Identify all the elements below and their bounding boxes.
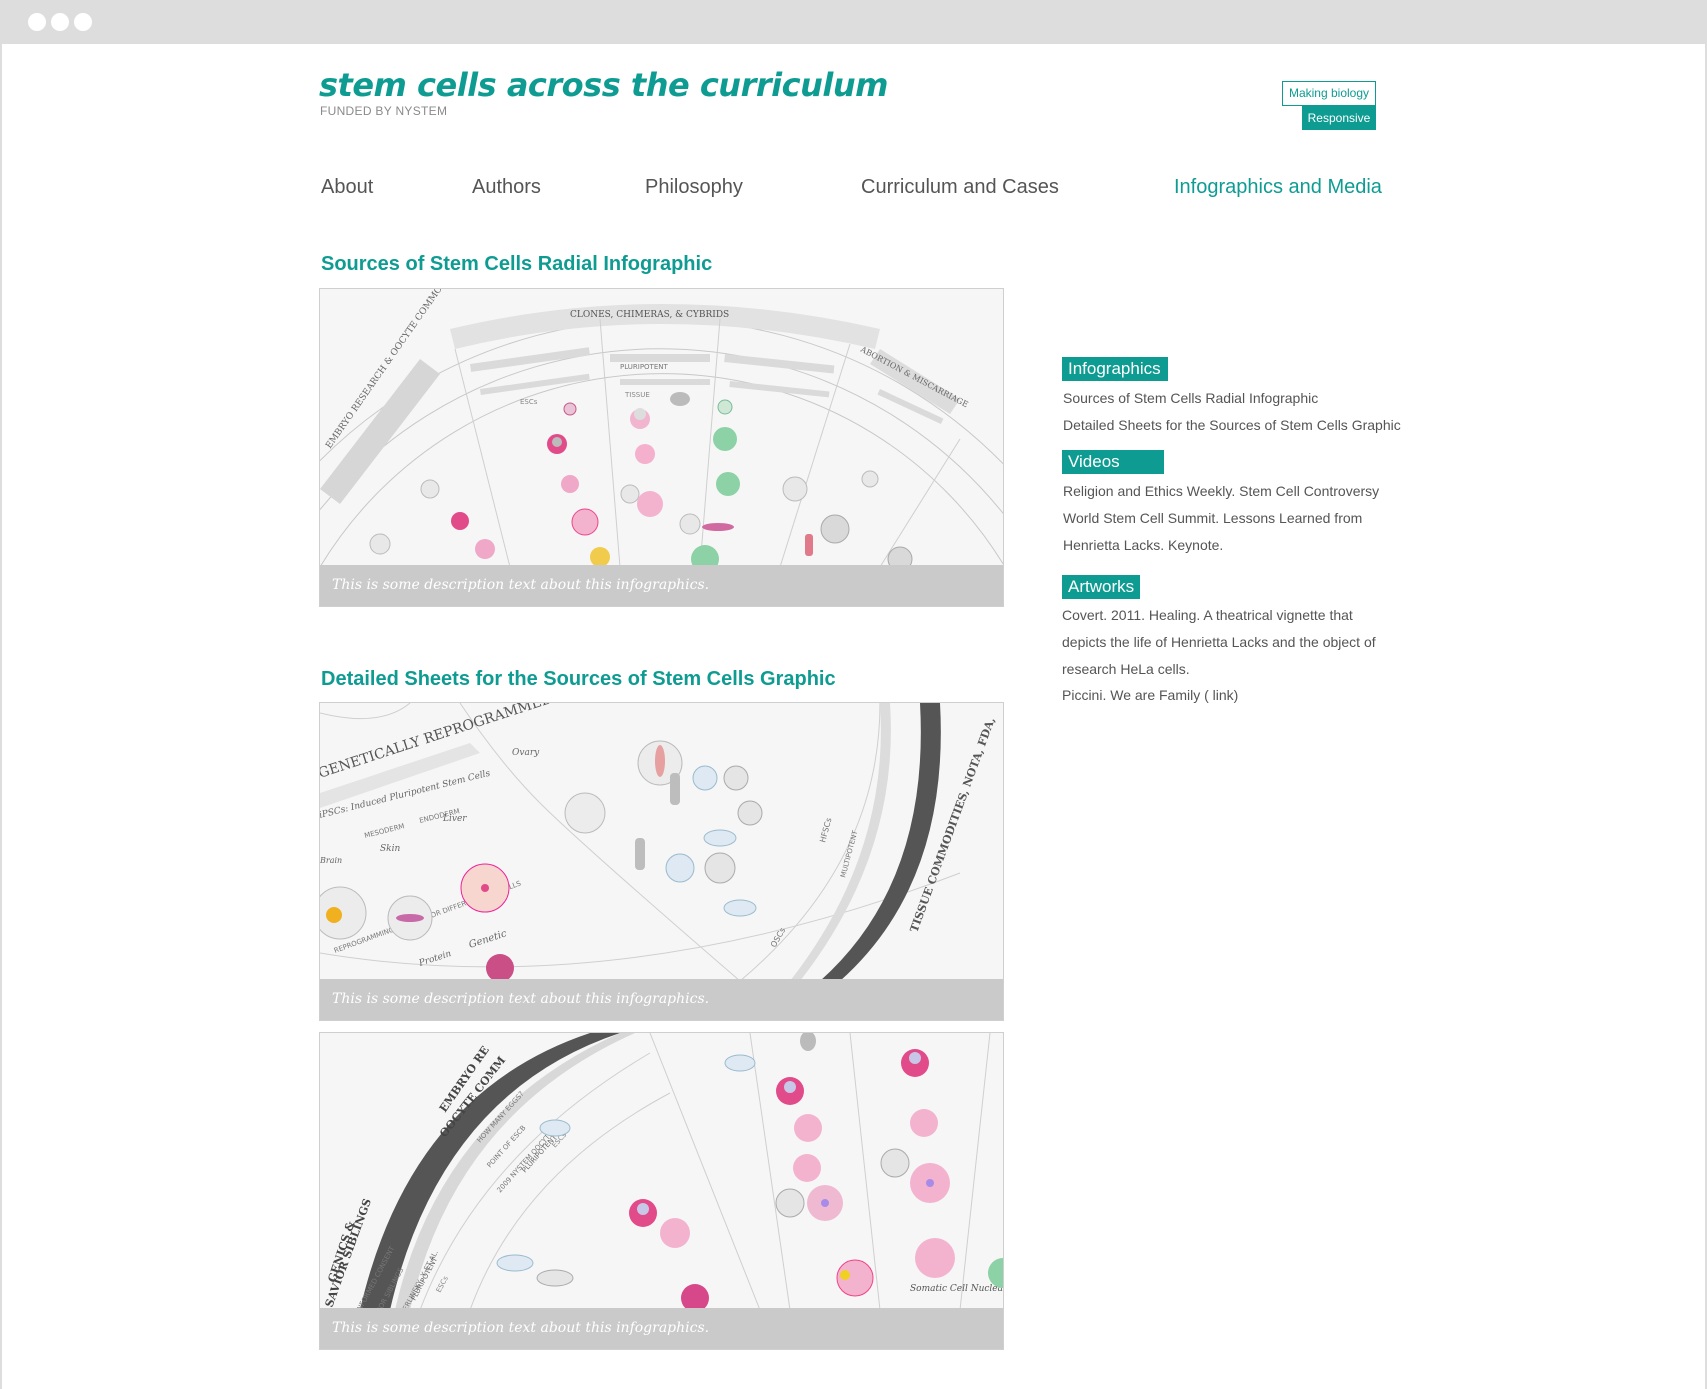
infographic-card[interactable]: CLONES, CHIMERAS, & CYBRIDS EMBRYO RESEA… xyxy=(319,288,1004,607)
site-subtitle: FUNDED BY NYSTEM xyxy=(320,104,448,118)
window-minimize-dot-icon[interactable] xyxy=(51,13,69,31)
sidebar-link-video[interactable]: Religion and Ethics Weekly. Stem Cell Co… xyxy=(1063,483,1379,499)
sidebar-link-artwork[interactable]: Covert. 2011. Healing. A theatrical vign… xyxy=(1062,607,1353,623)
tagline-bottom-badge: Responsive xyxy=(1302,106,1376,130)
infographic-card[interactable]: GENETICALLY REPROGRAMMED iPSCs: Induced … xyxy=(319,702,1004,1021)
nav-philosophy[interactable]: Philosophy xyxy=(645,176,743,199)
infographic-caption: This is some description text about this… xyxy=(320,565,1003,606)
sidebar-link-artwork[interactable]: Piccini. We are Family ( link) xyxy=(1062,687,1238,703)
window-frame-left xyxy=(0,44,2,1389)
window-close-dot-icon[interactable] xyxy=(28,13,46,31)
site-title[interactable]: stem cells across the curriculum xyxy=(319,66,888,104)
sidebar-heading-videos: Videos xyxy=(1062,450,1164,474)
infographic-label: PLURIPOTENT xyxy=(620,363,668,371)
sidebar-link-artwork[interactable]: depicts the life of Henrietta Lacks and … xyxy=(1062,634,1376,650)
window-maximize-dot-icon[interactable] xyxy=(74,13,92,31)
browser-titlebar xyxy=(0,0,1707,44)
infographic-label: Skin xyxy=(380,844,400,854)
infographic-thumbnail-detailed-1: GENETICALLY REPROGRAMMED iPSCs: Induced … xyxy=(320,703,1003,981)
sidebar-link-artwork[interactable]: research HeLa cells. xyxy=(1062,661,1190,677)
infographic-thumbnail-radial: CLONES, CHIMERAS, & CYBRIDS EMBRYO RESEA… xyxy=(320,289,1003,567)
sidebar-link-infographic[interactable]: Detailed Sheets for the Sources of Stem … xyxy=(1063,417,1401,433)
infographic-caption: This is some description text about this… xyxy=(320,979,1003,1020)
sidebar-link-video[interactable]: Henrietta Lacks. Keynote. xyxy=(1063,537,1223,553)
sidebar-heading-infographics: Infographics xyxy=(1062,357,1168,381)
tagline-top-badge: Making biology xyxy=(1282,81,1376,106)
nav-about[interactable]: About xyxy=(321,176,373,199)
sidebar-link-infographic[interactable]: Sources of Stem Cells Radial Infographic xyxy=(1063,390,1318,406)
infographic-label: CLONES, CHIMERAS, & CYBRIDS xyxy=(570,310,729,320)
infographic-thumbnail-detailed-2: EMBRYO RE OOCYTE COMM HOW MANY EGGS? POI… xyxy=(320,1033,1004,1310)
infographic-caption: This is some description text about this… xyxy=(320,1308,1003,1349)
section-title-detailed-sheets: Detailed Sheets for the Sources of Stem … xyxy=(321,668,836,690)
nav-curriculum-and-cases[interactable]: Curriculum and Cases xyxy=(861,176,1059,199)
nav-authors[interactable]: Authors xyxy=(472,176,541,199)
infographic-label: Brain xyxy=(320,856,342,865)
infographic-card[interactable]: EMBRYO RE OOCYTE COMM HOW MANY EGGS? POI… xyxy=(319,1032,1004,1350)
sidebar-link-video[interactable]: World Stem Cell Summit. Lessons Learned … xyxy=(1063,510,1362,526)
infographic-label: TISSUE xyxy=(624,391,650,399)
infographic-label: Liver xyxy=(442,814,467,824)
infographic-label: Somatic Cell Nuclear xyxy=(910,1284,1004,1294)
section-title-radial: Sources of Stem Cells Radial Infographic xyxy=(321,253,713,275)
nav-infographics-and-media[interactable]: Infographics and Media xyxy=(1174,176,1382,199)
infographic-label: Ovary xyxy=(512,748,540,758)
infographic-label: ESCs xyxy=(520,398,538,406)
sidebar-heading-artworks: Artworks xyxy=(1062,575,1140,599)
